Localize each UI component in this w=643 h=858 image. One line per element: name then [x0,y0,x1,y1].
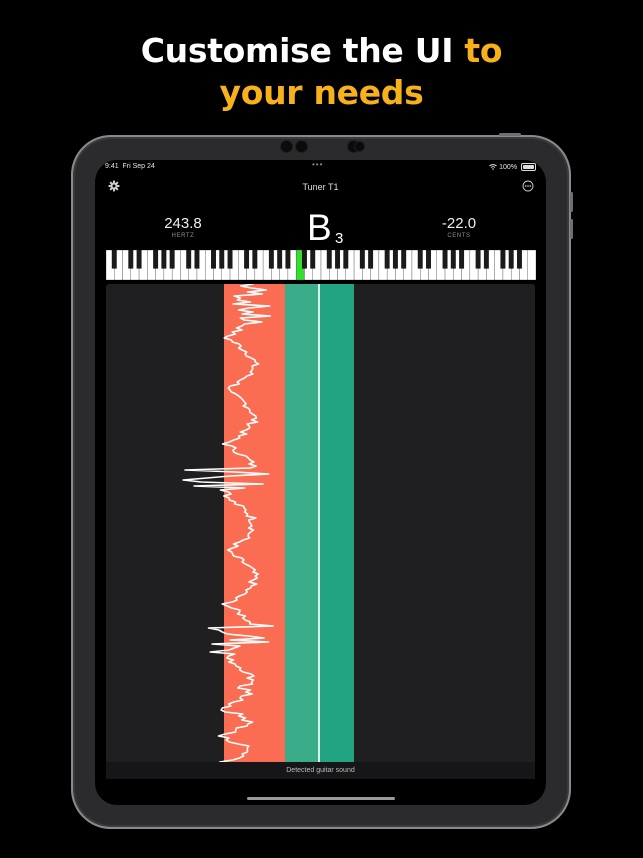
black-key[interactable] [459,250,465,269]
black-key[interactable] [227,250,233,269]
camera-dot [355,142,364,151]
black-key[interactable] [219,250,225,269]
battery-percent: 100% [499,163,518,171]
black-key[interactable] [169,250,175,269]
waveform-line [182,284,274,765]
black-key[interactable] [111,250,117,269]
black-key[interactable] [326,250,332,269]
status-bar: 9:41 Fri Sep 24 [105,163,155,170]
status-right: 100% [489,163,536,171]
cents-value: -22.0 [441,215,477,232]
cents-label: CENTS [447,233,471,239]
volume-button [570,219,573,239]
black-key[interactable] [359,250,365,269]
camera-dot [281,141,292,152]
home-indicator[interactable] [247,797,395,800]
white-key[interactable] [527,250,536,280]
top-button [499,133,521,136]
status-date: Fri Sep 24 [122,163,155,170]
black-key[interactable] [500,250,506,269]
black-key[interactable] [368,250,374,269]
black-key[interactable] [384,250,390,269]
black-key[interactable] [285,250,291,269]
black-key[interactable] [301,250,307,269]
note-octave: 3 [335,230,344,247]
note-name: B [307,207,332,248]
tuning-history-panel [106,284,535,779]
frequency-value: 243.8 [164,215,202,232]
black-key[interactable] [310,250,316,269]
wifi-icon [489,164,498,170]
piano-keyboard[interactable] [106,250,536,280]
pitch-waveform [182,284,274,765]
multitasking-dots-icon[interactable]: ••• [312,160,323,169]
black-key[interactable] [516,250,522,269]
black-key[interactable] [186,250,192,269]
volume-button [570,192,573,212]
black-key[interactable] [244,250,250,269]
battery-icon [521,163,536,171]
headline-line-2: your needs [219,73,424,112]
headline-line-1: Customise the UI to [0,30,643,72]
black-key[interactable] [153,250,159,269]
black-key[interactable] [417,250,423,269]
black-key[interactable] [252,250,258,269]
black-key[interactable] [268,250,274,269]
black-key[interactable] [442,250,448,269]
more-button[interactable] [521,179,534,192]
app-title: Tuner T1 [302,182,339,192]
black-key[interactable] [136,250,142,269]
black-key[interactable] [343,250,349,269]
status-time: 9:41 [105,163,119,170]
detection-caption: Detected guitar sound [106,762,535,779]
frequency-label: HERTZ [171,233,195,239]
headline-text: Customise the UI [140,31,465,70]
black-key[interactable] [475,250,481,269]
black-key[interactable] [128,250,134,269]
app-screen: 9:41 Fri Sep 24 ••• 100% Tuner T1 243.8 … [95,160,546,805]
black-key[interactable] [401,250,407,269]
cents-readout: -22.0 CENTS [429,215,489,240]
ellipsis-circle-icon [522,180,533,191]
black-key[interactable] [426,250,431,269]
black-key[interactable] [211,250,216,269]
black-key[interactable] [335,250,341,269]
camera-dot [296,141,307,152]
black-key[interactable] [450,250,456,269]
black-key[interactable] [483,250,489,269]
black-key[interactable] [392,250,398,269]
black-key[interactable] [277,250,283,269]
black-key[interactable] [508,250,514,269]
black-key[interactable] [161,250,167,269]
black-key[interactable] [194,250,200,269]
frequency-readout: 243.8 HERTZ [153,215,213,240]
headline-accent: to [464,31,503,70]
